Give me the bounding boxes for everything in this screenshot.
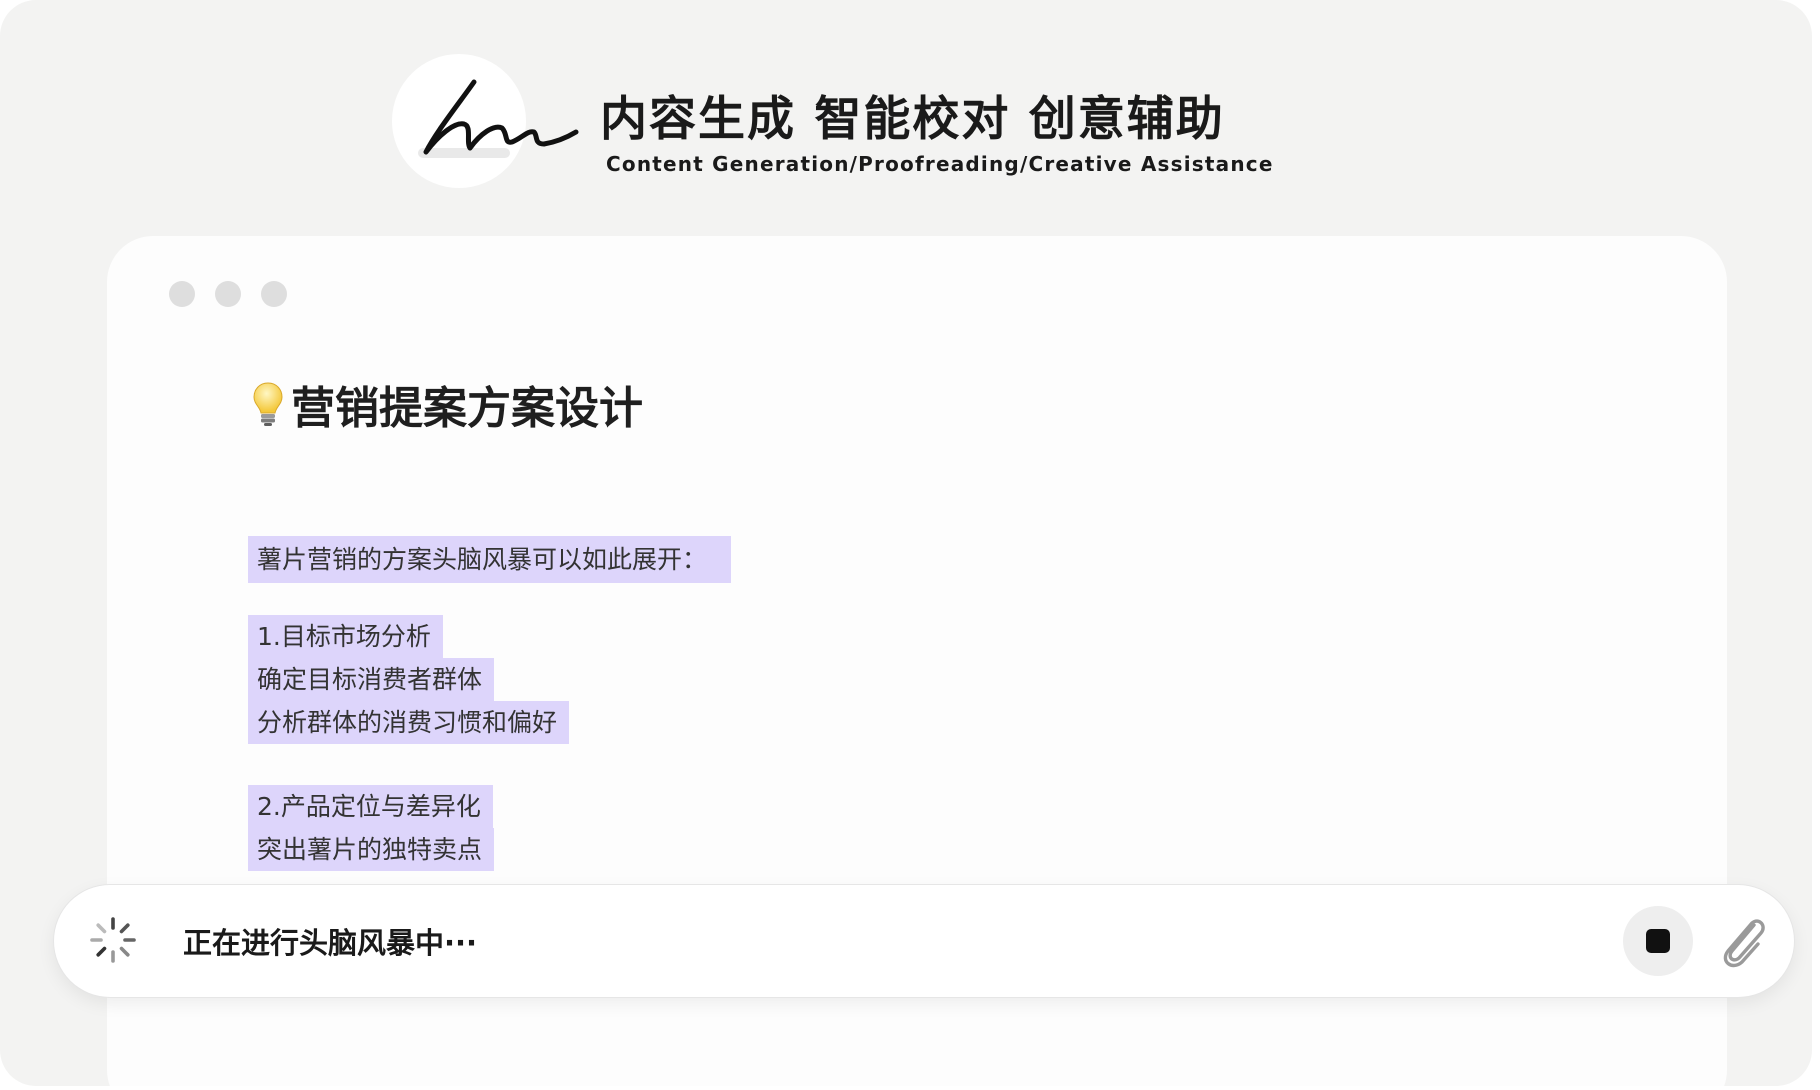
- highlighted-line: 分析群体的消费习惯和偏好: [248, 701, 570, 744]
- highlighted-line: 1.目标市场分析: [248, 615, 443, 658]
- brand-subtitle: Content Generation/Proofreading/Creative…: [606, 152, 1274, 176]
- paperclip-icon[interactable]: [1714, 911, 1770, 971]
- highlighted-line: 确定目标消费者群体: [248, 658, 495, 701]
- lightbulb-icon: [253, 382, 283, 426]
- highlighted-line: 突出薯片的独特卖点: [248, 828, 495, 871]
- paragraph-market-analysis: 1.目标市场分析 确定目标消费者群体 分析群体的消费习惯和偏好: [248, 615, 570, 744]
- document-title-text: 营销提案方案设计: [291, 383, 643, 434]
- status-text: 正在进行头脑风暴中···: [183, 926, 478, 960]
- loading-spinner-icon: [90, 917, 136, 963]
- highlighted-line: 薯片营销的方案头脑风暴可以如此展开：: [248, 536, 732, 583]
- signature-logo-icon: [418, 79, 579, 158]
- window-dot[interactable]: [169, 281, 195, 307]
- prompt-bar: 正在进行头脑风暴中···: [54, 885, 1794, 997]
- app-canvas: 内容生成 智能校对 创意辅助 Content Generation/Proofr…: [0, 0, 1812, 1086]
- window-dot[interactable]: [261, 281, 287, 307]
- stop-button[interactable]: [1623, 906, 1693, 976]
- document-title: 营销提案方案设计: [253, 372, 643, 436]
- brand-title: 内容生成 智能校对 创意辅助: [600, 92, 1225, 147]
- paragraph-intro: 薯片营销的方案头脑风暴可以如此展开：: [248, 536, 732, 583]
- stop-icon: [1646, 929, 1670, 953]
- window-dot[interactable]: [215, 281, 241, 307]
- paragraph-positioning: 2.产品定位与差异化 突出薯片的独特卖点: [248, 785, 495, 871]
- highlighted-line: 2.产品定位与差异化: [248, 785, 493, 828]
